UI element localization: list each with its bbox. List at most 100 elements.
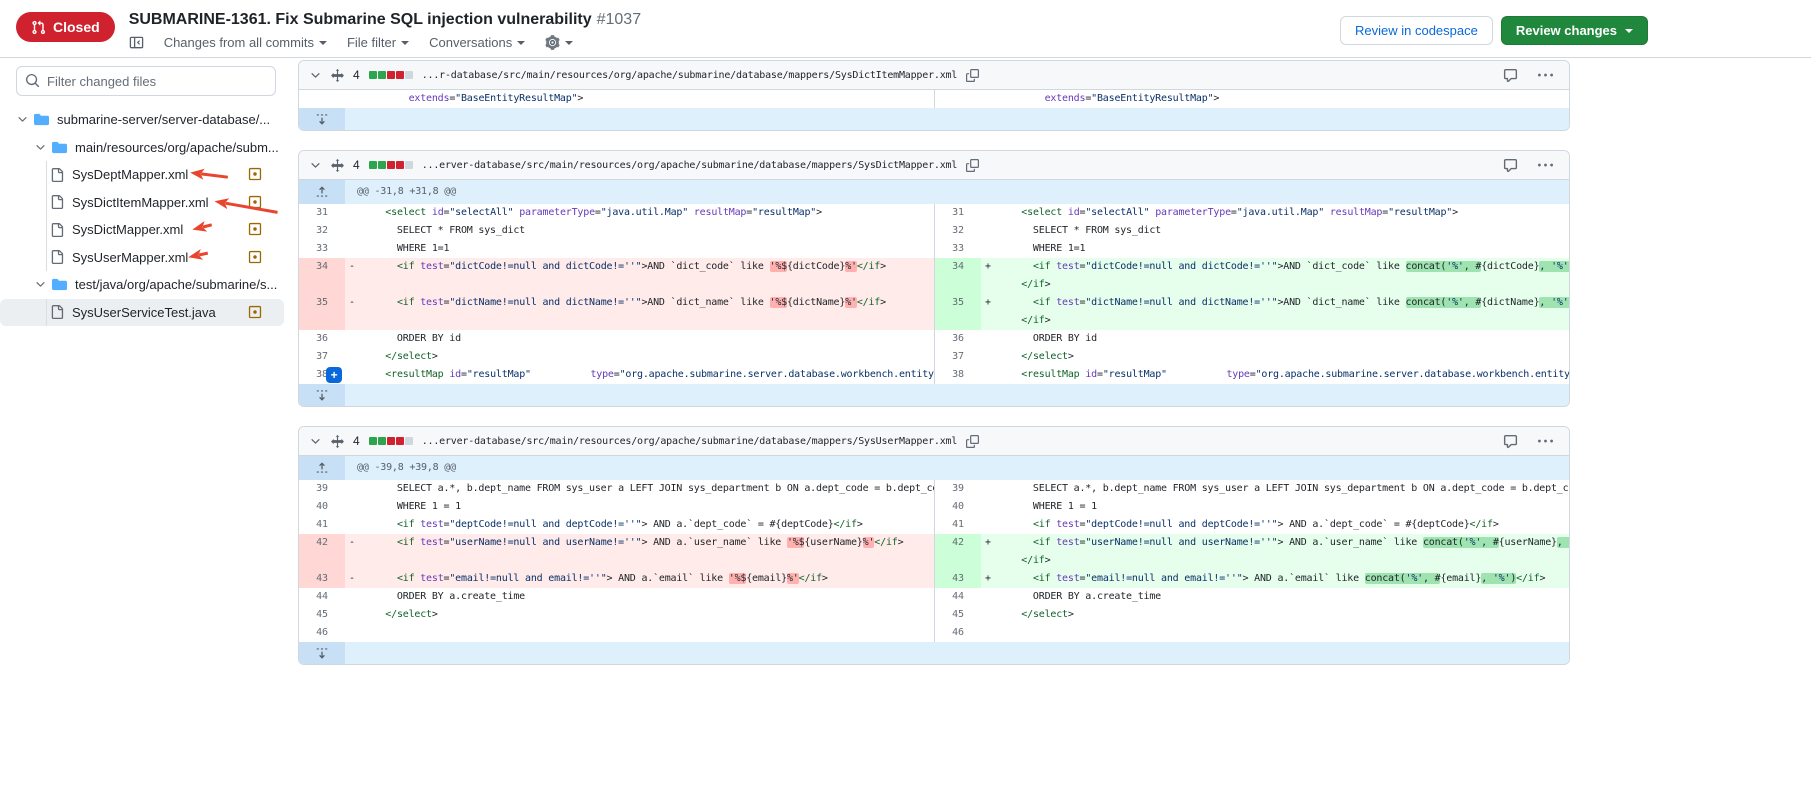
line-number[interactable]: 41 bbox=[935, 516, 981, 534]
kebab-menu-icon[interactable] bbox=[1538, 158, 1553, 173]
line-number[interactable]: 44 bbox=[299, 588, 345, 606]
file-path[interactable]: ...erver-database/src/main/resources/org… bbox=[422, 436, 958, 447]
folder-icon bbox=[52, 140, 67, 155]
line-number[interactable]: 46 bbox=[299, 624, 345, 642]
chevron-down-icon[interactable] bbox=[32, 141, 48, 154]
diff-side-old: extends="BaseEntityResultMap"> bbox=[299, 90, 934, 108]
diff-side-new: 37 </select> bbox=[934, 348, 1569, 366]
line-number[interactable]: 32 bbox=[935, 222, 981, 240]
diff-card: 4...erver-database/src/main/resources/or… bbox=[298, 426, 1570, 665]
line-number[interactable]: 45 bbox=[299, 606, 345, 624]
collapse-sidebar-icon[interactable] bbox=[129, 35, 144, 50]
line-number[interactable]: 36 bbox=[299, 330, 345, 348]
hunk-range-label: @@ -39,8 +39,8 @@ bbox=[345, 456, 1569, 480]
kebab-menu-icon[interactable] bbox=[1538, 434, 1553, 449]
copy-path-icon[interactable] bbox=[966, 159, 979, 172]
diff-side-new: 40 WHERE 1 = 1 bbox=[934, 498, 1569, 516]
expand-down-icon[interactable] bbox=[299, 384, 345, 406]
line-number[interactable]: 32 bbox=[299, 222, 345, 240]
diff-side-old: 32 SELECT * FROM sys_dict bbox=[299, 222, 934, 240]
review-changes-button[interactable]: Review changes bbox=[1501, 16, 1648, 45]
drag-file-icon[interactable] bbox=[331, 69, 344, 82]
line-number[interactable]: 35 bbox=[299, 294, 345, 330]
drag-file-icon[interactable] bbox=[331, 435, 344, 448]
tree-file-item[interactable]: SysUserMapper.xml bbox=[0, 244, 284, 272]
copy-path-icon[interactable] bbox=[966, 435, 979, 448]
file-filter-menu[interactable]: File filter bbox=[347, 35, 409, 50]
file-path[interactable]: ...r-database/src/main/resources/org/apa… bbox=[422, 70, 958, 81]
code-line: WHERE 1=1 bbox=[345, 240, 934, 258]
line-number[interactable]: 36 bbox=[935, 330, 981, 348]
line-number[interactable]: 34 bbox=[299, 258, 345, 294]
line-number[interactable]: 42 bbox=[299, 534, 345, 570]
modified-file-icon bbox=[248, 195, 262, 209]
comment-icon[interactable] bbox=[1503, 434, 1518, 449]
line-number[interactable]: 31 bbox=[935, 204, 981, 222]
line-number[interactable]: 46 bbox=[935, 624, 981, 642]
code-line: <select id="selectAll" parameterType="ja… bbox=[981, 204, 1569, 222]
add-comment-button[interactable]: + bbox=[326, 367, 342, 383]
tree-item-label: test/java/org/apache/submarine/s... bbox=[75, 277, 277, 292]
code-line: ORDER BY id bbox=[981, 330, 1569, 348]
line-number[interactable]: 33 bbox=[935, 240, 981, 258]
diff-body: @@ -31,8 +31,8 @@31 <select id="selectAl… bbox=[299, 180, 1569, 406]
filter-changed-files-input[interactable] bbox=[16, 66, 276, 96]
conversations-menu[interactable]: Conversations bbox=[429, 35, 525, 50]
expand-down-icon[interactable] bbox=[299, 108, 345, 130]
changed-lines-count: 4 bbox=[353, 68, 360, 82]
tree-file-item[interactable]: SysDeptMapper.xml bbox=[0, 161, 284, 189]
diff-card: 4 ...r-database/src/main/resources/org/ap… bbox=[298, 60, 1570, 131]
diff-row: 37 </select>37 </select> bbox=[299, 348, 1569, 366]
expand-up-icon[interactable] bbox=[299, 180, 345, 204]
line-number[interactable]: 43 bbox=[935, 570, 981, 588]
copy-path-icon[interactable] bbox=[966, 69, 979, 82]
line-number[interactable]: 41 bbox=[299, 516, 345, 534]
line-number[interactable]: 35 bbox=[935, 294, 981, 330]
tree-folder-item[interactable]: test/java/org/apache/submarine/s... bbox=[0, 271, 284, 299]
code-line: <resultMap id="resultMap" type="org.apac… bbox=[345, 366, 934, 384]
file-path[interactable]: ...erver-database/src/main/resources/org… bbox=[422, 160, 958, 171]
line-number[interactable]: 37 bbox=[299, 348, 345, 366]
line-number[interactable]: 42 bbox=[935, 534, 981, 570]
tree-folder-item[interactable]: submarine-server/server-database/... bbox=[0, 106, 284, 134]
line-number[interactable]: 44 bbox=[935, 588, 981, 606]
line-number[interactable] bbox=[299, 90, 345, 108]
diff-settings-menu[interactable] bbox=[545, 35, 573, 50]
line-number[interactable]: 31 bbox=[299, 204, 345, 222]
code-line: <select id="selectAll" parameterType="ja… bbox=[345, 204, 934, 222]
line-number[interactable]: 43 bbox=[299, 570, 345, 588]
diff-side-old: 33 WHERE 1=1 bbox=[299, 240, 934, 258]
tree-folder-item[interactable]: main/resources/org/apache/subm... bbox=[0, 134, 284, 162]
kebab-menu-icon[interactable] bbox=[1538, 68, 1553, 83]
expand-up-icon[interactable] bbox=[299, 456, 345, 480]
collapse-file-icon[interactable] bbox=[309, 159, 322, 172]
line-number[interactable]: 39 bbox=[935, 480, 981, 498]
drag-file-icon[interactable] bbox=[331, 159, 344, 172]
line-number[interactable]: 40 bbox=[935, 498, 981, 516]
diff-side-old: 36 ORDER BY id bbox=[299, 330, 934, 348]
line-number[interactable]: 38 bbox=[935, 366, 981, 384]
line-number[interactable]: 39 bbox=[299, 480, 345, 498]
diff-side-old: 34- <if test="dictCode!=null and dictCod… bbox=[299, 258, 934, 294]
tree-file-item[interactable]: SysDictMapper.xml bbox=[0, 216, 284, 244]
comment-icon[interactable] bbox=[1503, 68, 1518, 83]
line-number[interactable]: 33 bbox=[299, 240, 345, 258]
chevron-down-icon[interactable] bbox=[32, 278, 48, 291]
collapse-file-icon[interactable] bbox=[309, 435, 322, 448]
chevron-down-icon[interactable] bbox=[14, 113, 30, 126]
tree-file-item[interactable]: SysUserServiceTest.java bbox=[0, 299, 284, 327]
changes-from-menu[interactable]: Changes from all commits bbox=[164, 35, 327, 50]
line-number[interactable]: 40 bbox=[299, 498, 345, 516]
red-arrow-annotation bbox=[191, 218, 216, 237]
collapse-file-icon[interactable] bbox=[309, 69, 322, 82]
line-number[interactable]: 37 bbox=[935, 348, 981, 366]
tree-file-item[interactable]: SysDictItemMapper.xml bbox=[0, 189, 284, 217]
line-number[interactable] bbox=[935, 90, 981, 108]
expand-down-icon[interactable] bbox=[299, 642, 345, 664]
comment-icon[interactable] bbox=[1503, 158, 1518, 173]
line-number[interactable]: 34 bbox=[935, 258, 981, 294]
line-number[interactable]: 45 bbox=[935, 606, 981, 624]
diff-side-new: 39 SELECT a.*, b.dept_name FROM sys_user… bbox=[934, 480, 1569, 498]
review-in-codespace-button[interactable]: Review in codespace bbox=[1340, 16, 1493, 45]
code-line: <if test="deptCode!=null and deptCode!='… bbox=[981, 516, 1569, 534]
